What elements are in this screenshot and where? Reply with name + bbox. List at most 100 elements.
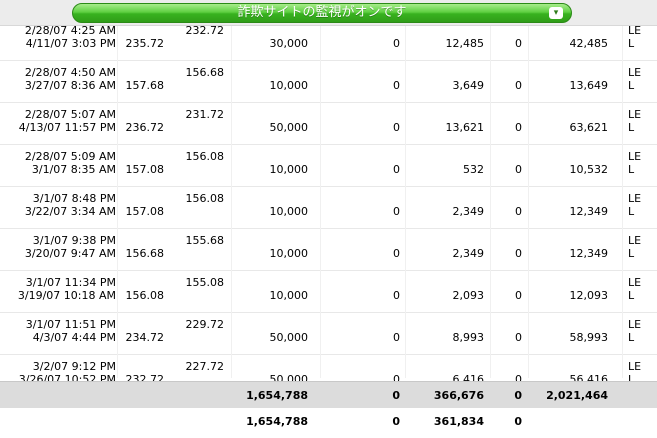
order-type: LE L	[628, 192, 650, 218]
total: 12,349	[569, 247, 609, 260]
swap: 0	[393, 331, 400, 344]
totals-amount: 1,654,788	[246, 415, 308, 428]
fee: 0	[515, 79, 522, 92]
close-date: 3/22/07 3:34 AM	[24, 205, 116, 218]
close-rate: 157.08	[125, 163, 165, 176]
fee: 0	[515, 37, 522, 50]
totals-zero-2: 0	[514, 415, 522, 428]
open-date: 2/28/07 4:50 AM	[24, 66, 116, 79]
table-row: 2/28/07 4:50 AM 3/27/07 8:36 AM 157.68 156.…	[0, 61, 657, 103]
open-date: 3/1/07 9:38 PM	[32, 234, 116, 247]
table-row: 2/28/07 5:07 AM 4/13/07 11:57 PM 236.72 231…	[0, 103, 657, 145]
swap: 0	[393, 79, 400, 92]
totals-zero-1: 0	[392, 415, 400, 428]
order-type-line1: LE	[628, 234, 642, 247]
column-divider	[117, 26, 118, 378]
order-type: LE L	[628, 108, 650, 134]
profit-loss: 2,093	[452, 289, 485, 302]
amount: 10,000	[269, 205, 309, 218]
close-rate: 157.08	[125, 205, 165, 218]
order-type-line2: L	[628, 247, 635, 260]
close-rate: 156.68	[125, 247, 165, 260]
order-type: LE L	[628, 318, 650, 344]
total: 63,621	[569, 121, 609, 134]
open-date: 3/1/07 11:51 PM	[25, 318, 116, 331]
amount: 10,000	[269, 79, 309, 92]
order-type-line2: L	[628, 289, 635, 302]
table-row: 3/1/07 11:34 PM 3/19/07 10:18 AM 156.08 155…	[0, 271, 657, 313]
close-date: 3/19/07 10:18 AM	[17, 289, 116, 302]
trade-table: 2/28/07 4:25 AM 4/11/07 3:03 PM 235.72 232.…	[0, 24, 657, 397]
fee: 0	[515, 289, 522, 302]
order-type: LE L	[628, 150, 650, 176]
profit-loss: 2,349	[452, 247, 485, 260]
order-type-line1: LE	[628, 108, 642, 121]
column-divider	[528, 26, 529, 378]
order-type-line1: LE	[628, 276, 642, 289]
close-rate: 157.68	[125, 79, 165, 92]
totals-row: 1,654,788 0 366,676 0 2,021,464	[0, 381, 657, 409]
total: 12,093	[569, 289, 609, 302]
close-date: 3/1/07 8:35 AM	[31, 163, 116, 176]
profit-loss: 3,649	[452, 79, 485, 92]
trade-history-page: 詐欺サイトの監視がオンです ▾ 2/28/07 4:25 AM 4/11/07 3…	[0, 0, 657, 438]
order-type-line2: L	[628, 331, 635, 344]
column-divider	[622, 26, 623, 378]
order-type-line2: L	[628, 205, 635, 218]
swap: 0	[393, 121, 400, 134]
browser-toolbar: 詐欺サイトの監視がオンです ▾	[0, 0, 657, 26]
totals-grand: 2,021,464	[546, 389, 608, 402]
total: 13,649	[569, 79, 609, 92]
amount: 10,000	[269, 289, 309, 302]
totals-zero-1: 0	[392, 389, 400, 402]
open-rate: 155.08	[185, 276, 225, 289]
open-rate: 155.68	[185, 234, 225, 247]
amount: 50,000	[269, 121, 309, 134]
order-type-line1: LE	[628, 24, 642, 37]
order-type-line1: LE	[628, 66, 642, 79]
swap: 0	[393, 163, 400, 176]
order-type: LE L	[628, 276, 650, 302]
phishing-filter-banner[interactable]: 詐欺サイトの監視がオンです ▾	[72, 3, 572, 23]
column-divider	[231, 26, 232, 378]
total: 10,532	[569, 163, 609, 176]
fee: 0	[515, 163, 522, 176]
table-row: 3/1/07 11:51 PM 4/3/07 4:44 PM 234.72 229.7…	[0, 313, 657, 355]
order-type-line2: L	[628, 121, 635, 134]
open-date: 3/2/07 9:12 PM	[32, 360, 116, 373]
close-rate: 156.08	[125, 289, 165, 302]
total: 58,993	[569, 331, 609, 344]
open-rate: 156.08	[185, 150, 225, 163]
totals-pl: 366,676	[433, 389, 484, 402]
column-divider	[490, 26, 491, 378]
chevron-down-icon[interactable]: ▾	[549, 7, 563, 19]
swap: 0	[393, 247, 400, 260]
order-type-line2: L	[628, 37, 635, 50]
fee: 0	[515, 247, 522, 260]
column-divider	[405, 26, 406, 378]
open-date: 3/1/07 11:34 PM	[25, 276, 116, 289]
amount: 10,000	[269, 163, 309, 176]
open-date: 2/28/07 5:09 AM	[24, 150, 116, 163]
swap: 0	[393, 37, 400, 50]
open-rate: 227.72	[185, 360, 225, 373]
order-type-line1: LE	[628, 150, 642, 163]
close-date: 4/3/07 4:44 PM	[32, 331, 116, 344]
open-date: 3/1/07 8:48 PM	[32, 192, 116, 205]
amount: 50,000	[269, 331, 309, 344]
close-rate: 235.72	[125, 37, 165, 50]
swap: 0	[393, 205, 400, 218]
order-type: LE L	[628, 234, 650, 260]
close-rate: 236.72	[125, 121, 165, 134]
profit-loss: 12,485	[445, 37, 485, 50]
column-divider	[320, 26, 321, 378]
order-type: LE L	[628, 24, 650, 50]
table-row: 3/1/07 9:38 PM 3/20/07 9:47 AM 156.68 155.6…	[0, 229, 657, 271]
fee: 0	[515, 331, 522, 344]
open-rate: 229.72	[185, 318, 225, 331]
order-type-line2: L	[628, 163, 635, 176]
open-rate: 232.72	[185, 24, 225, 37]
table-row: 2/28/07 5:09 AM 3/1/07 8:35 AM 157.08 156.0…	[0, 145, 657, 187]
total: 12,349	[569, 205, 609, 218]
order-type-line2: L	[628, 79, 635, 92]
